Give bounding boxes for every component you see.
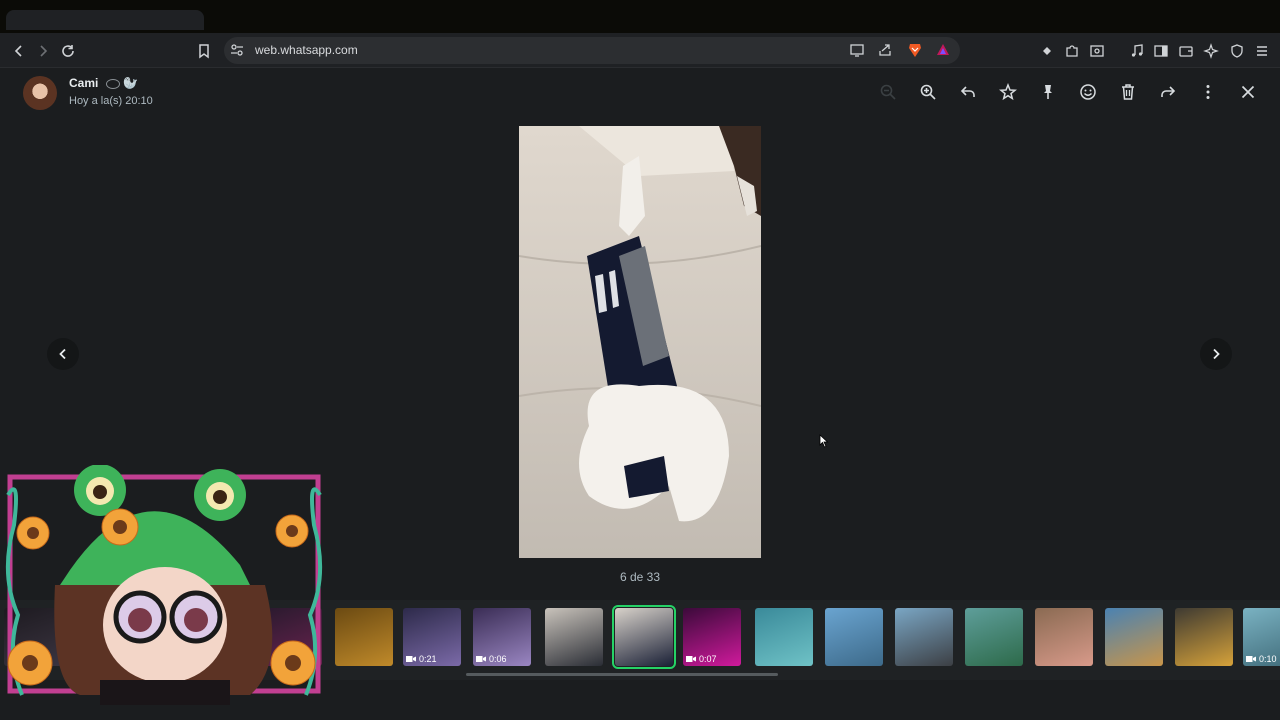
- contact-name[interactable]: Cami 🦭: [69, 76, 138, 90]
- video-duration: 0:07: [699, 654, 717, 664]
- avatar[interactable]: [23, 76, 57, 110]
- ring-icon: [105, 78, 120, 89]
- video-duration-badge: 0:21: [406, 654, 437, 664]
- media-thumbnail[interactable]: [1035, 608, 1093, 666]
- mouse-cursor-icon: [819, 434, 829, 448]
- extension-icon[interactable]: [1036, 40, 1058, 62]
- emoji-icon[interactable]: [1077, 81, 1099, 103]
- thumbnail-scrollbar[interactable]: [466, 673, 778, 676]
- zoom-out-icon[interactable]: [877, 81, 899, 103]
- media-thumbnail[interactable]: 0:21: [403, 608, 461, 666]
- video-camera-icon: [1246, 656, 1256, 662]
- reload-icon[interactable]: [57, 40, 79, 62]
- media-thumbnail[interactable]: [612, 605, 676, 669]
- video-duration: 0:06: [489, 654, 507, 664]
- leo-ai-icon[interactable]: [1200, 40, 1222, 62]
- media-thumbnail[interactable]: [545, 608, 603, 666]
- screenshot-icon[interactable]: [1086, 40, 1108, 62]
- media-thumbnail[interactable]: [825, 608, 883, 666]
- reply-icon[interactable]: [957, 81, 979, 103]
- browser-toolbar: web.whatsapp.com: [0, 33, 1280, 68]
- site-info-icon[interactable]: [226, 39, 248, 61]
- more-options-icon[interactable]: [1197, 81, 1219, 103]
- video-duration-badge: 0:10: [1246, 654, 1277, 664]
- media-thumbnail[interactable]: [335, 608, 393, 666]
- brave-rewards-icon[interactable]: [932, 39, 954, 61]
- media-thumbnail[interactable]: 0:10: [1243, 608, 1280, 666]
- media-thumbnail[interactable]: 0:07: [683, 608, 741, 666]
- vpn-icon[interactable]: [1226, 40, 1248, 62]
- streamer-avatar-overlay: [5, 465, 323, 705]
- video-camera-icon: [476, 656, 486, 662]
- sidebar-icon[interactable]: [1150, 40, 1172, 62]
- forward-icon[interactable]: [1157, 81, 1179, 103]
- star-icon[interactable]: [997, 81, 1019, 103]
- zoom-in-icon[interactable]: [917, 81, 939, 103]
- media-thumbnail[interactable]: [1105, 608, 1163, 666]
- forward-icon[interactable]: [32, 40, 54, 62]
- browser-tab-whatsapp[interactable]: [6, 10, 204, 30]
- brave-shields-icon[interactable]: [904, 39, 926, 61]
- current-media-image[interactable]: [519, 126, 761, 558]
- delete-icon[interactable]: [1117, 81, 1139, 103]
- video-duration: 0:21: [419, 654, 437, 664]
- video-camera-icon: [406, 656, 416, 662]
- chevron-left-icon: [59, 348, 66, 360]
- contact-name-text: Cami: [69, 76, 99, 90]
- media-counter: 6 de 33: [619, 570, 661, 584]
- wallet-icon[interactable]: [1175, 40, 1197, 62]
- menu-icon[interactable]: [1251, 40, 1273, 62]
- pin-icon[interactable]: [1037, 81, 1059, 103]
- puzzle-icon[interactable]: [1061, 40, 1083, 62]
- url-text: web.whatsapp.com: [255, 43, 358, 57]
- close-icon[interactable]: [1237, 81, 1259, 103]
- contact-emoji: 🦭: [123, 76, 138, 90]
- media-thumbnail[interactable]: [1175, 608, 1233, 666]
- media-thumbnail[interactable]: [755, 608, 813, 666]
- video-duration: 0:10: [1259, 654, 1277, 664]
- previous-media-button[interactable]: [47, 338, 79, 370]
- next-media-button[interactable]: [1200, 338, 1232, 370]
- cast-icon[interactable]: [846, 39, 868, 61]
- media-thumbnail[interactable]: 0:06: [473, 608, 531, 666]
- media-thumbnail[interactable]: [965, 608, 1023, 666]
- address-bar[interactable]: web.whatsapp.com: [224, 37, 960, 64]
- share-icon[interactable]: [874, 39, 896, 61]
- browser-tab-strip: [0, 0, 1280, 33]
- media-thumbnail[interactable]: [895, 608, 953, 666]
- bookmark-icon[interactable]: [193, 40, 215, 62]
- media-icon[interactable]: [1126, 40, 1148, 62]
- back-icon[interactable]: [8, 40, 30, 62]
- video-camera-icon: [686, 656, 696, 662]
- message-timestamp: Hoy a la(s) 20:10: [69, 95, 153, 107]
- chevron-right-icon: [1213, 348, 1220, 360]
- video-duration-badge: 0:07: [686, 654, 717, 664]
- video-duration-badge: 0:06: [476, 654, 507, 664]
